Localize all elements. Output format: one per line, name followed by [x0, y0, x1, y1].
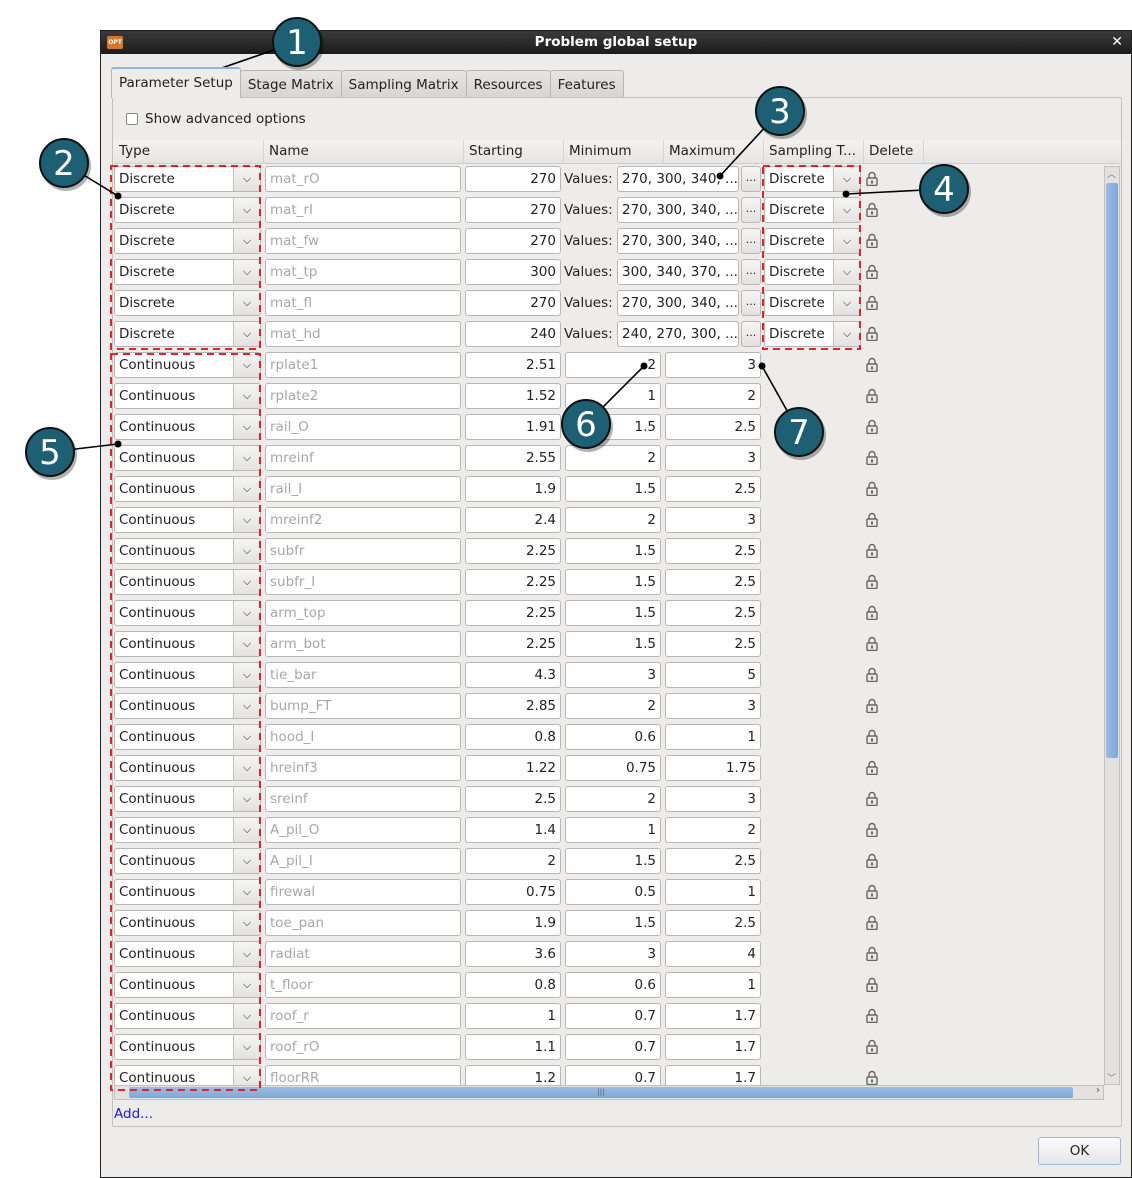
callout-dot — [758, 362, 766, 370]
callout-number: 2 — [53, 144, 75, 184]
highlight-box — [110, 353, 261, 1091]
callout-number: 6 — [575, 405, 597, 445]
highlight-box — [110, 165, 261, 350]
callout-dot — [114, 440, 122, 448]
callout-dot — [114, 192, 122, 200]
callout-number: 7 — [788, 413, 810, 453]
tab-parameter-setup[interactable]: Parameter Setup — [111, 67, 241, 98]
callout-dot — [716, 172, 724, 180]
callout-number: 5 — [39, 433, 61, 473]
callout-dot — [842, 190, 850, 198]
annotation-overlay: 1 2 3 4 5 6 7 — [25, 17, 971, 1091]
callout-dot — [640, 362, 648, 370]
callout-number: 3 — [769, 92, 791, 132]
callout-number: 4 — [933, 170, 955, 210]
callout-number: 1 — [286, 23, 308, 63]
